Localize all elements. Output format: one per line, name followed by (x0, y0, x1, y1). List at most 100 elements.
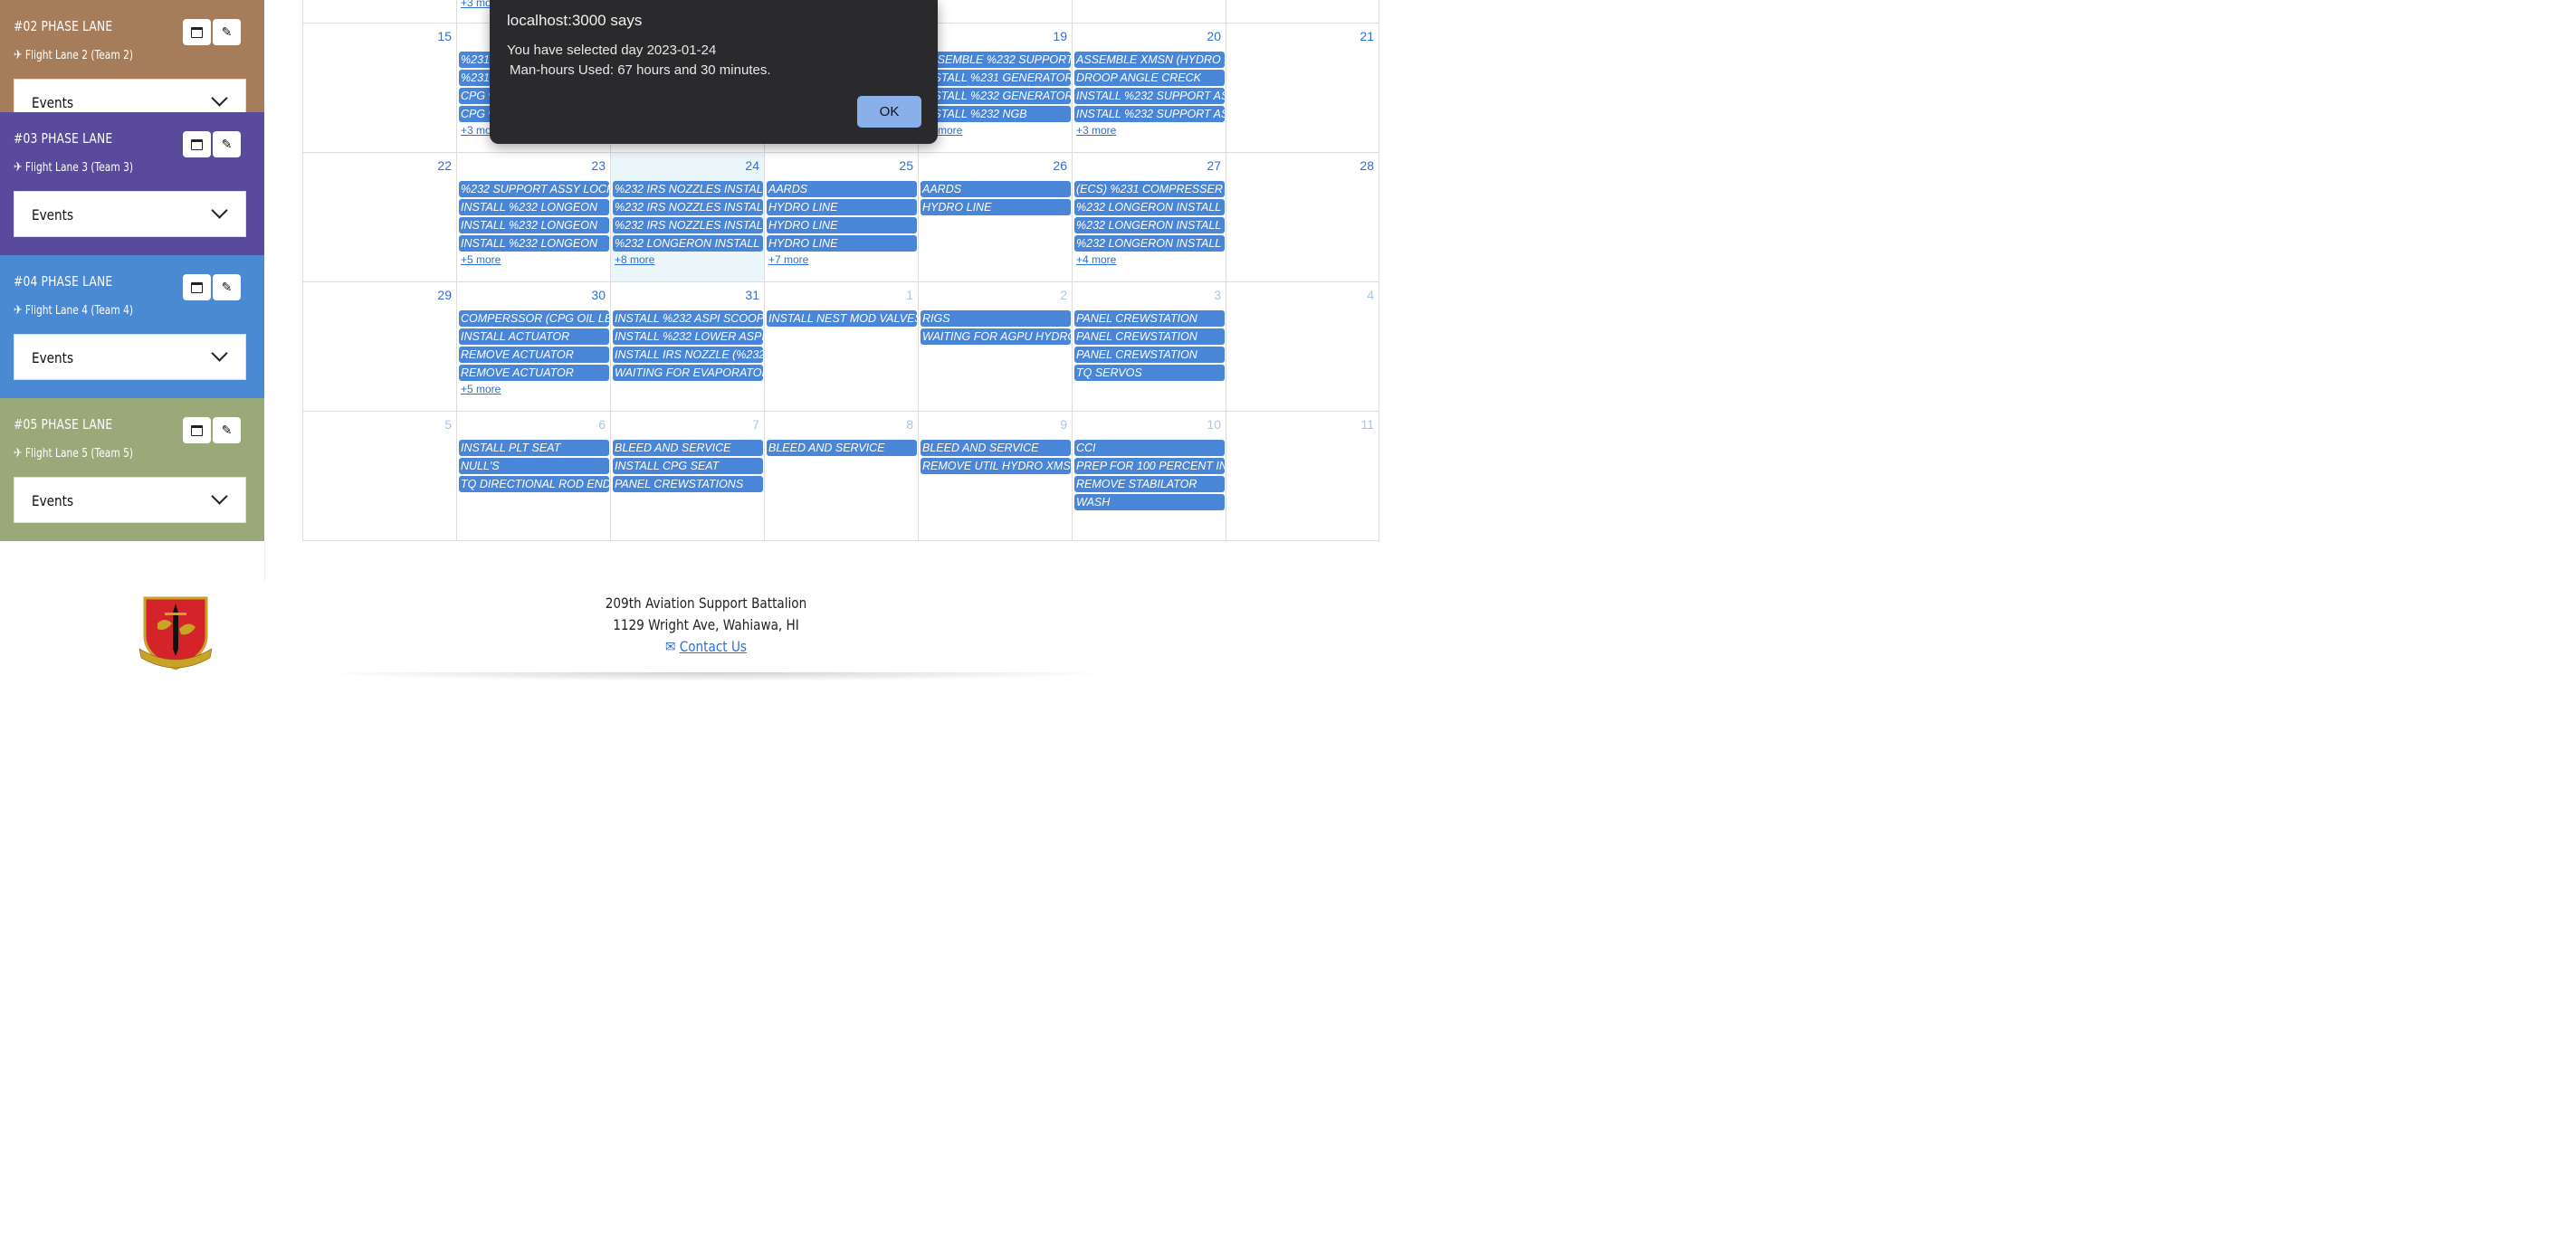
calendar-event[interactable]: WAITING FOR EVAPORATOR (613, 365, 763, 381)
calendar-event[interactable]: INSTALL NEST MOD VALVES (767, 310, 917, 327)
day-number[interactable]: 1 (906, 288, 913, 302)
day-number[interactable]: 7 (752, 417, 759, 432)
calendar-event[interactable]: INSTALL CPG SEAT (613, 458, 763, 474)
ok-button[interactable]: OK (857, 96, 921, 128)
calendar-event[interactable]: %232 LONGERON INSTALL (1074, 199, 1225, 215)
edit-lane-button[interactable]: ✎ (213, 417, 241, 443)
calendar-day[interactable]: 9 BLEED AND SERVICE REMOVE UTIL HYDRO XMSN (918, 412, 1072, 540)
calendar-day[interactable]: 2 RIGS WAITING FOR AGPU HYDRO (918, 282, 1072, 411)
calendar-event[interactable]: PREP FOR 100 PERCENT INS (1074, 458, 1225, 474)
calendar-view-button[interactable] (183, 131, 211, 157)
calendar-day[interactable]: 22 (302, 153, 456, 281)
edit-lane-button[interactable]: ✎ (213, 19, 241, 45)
edit-lane-button[interactable]: ✎ (213, 274, 241, 300)
calendar-day[interactable]: 8 BLEED AND SERVICE (764, 412, 918, 540)
calendar-event[interactable]: BLEED AND SERVICE (767, 440, 917, 456)
calendar-event[interactable]: REMOVE STABILATOR (1074, 476, 1225, 492)
calendar-day[interactable]: 5 (302, 412, 456, 540)
calendar-event[interactable]: %232 IRS NOZZLES INSTALL (613, 217, 763, 233)
calendar-day[interactable]: 26 AARDS HYDRO LINE (918, 153, 1072, 281)
calendar-event[interactable]: ASSEMBLE XMSN (HYDRO LI (1074, 52, 1225, 68)
day-number[interactable]: 2 (1060, 288, 1067, 302)
calendar-day[interactable]: 25 AARDS HYDRO LINE HYDRO LINE HYDRO LINE +7 … (764, 153, 918, 281)
calendar-event[interactable]: INSTALL %232 SUPPORT ASS (1074, 106, 1225, 122)
calendar-event[interactable]: INSTALL %232 LONGEON (459, 199, 609, 215)
calendar-day-selected[interactable]: 24 %232 IRS NOZZLES INSTALL %232 IRS NOZZL… (610, 153, 764, 281)
calendar-day[interactable]: 30 COMPERSSOR (CPG OIL LEA INSTALL ACTUATO… (456, 282, 610, 411)
calendar-event[interactable]: RIGS (921, 310, 1071, 327)
calendar-view-button[interactable] (183, 417, 211, 443)
calendar-day[interactable]: 21 (1226, 24, 1379, 152)
events-dropdown[interactable]: Events (14, 334, 246, 380)
day-number[interactable]: 24 (745, 158, 759, 173)
calendar-event[interactable]: ASSEMBLE %232 SUPPORT A (921, 52, 1071, 68)
calendar-day[interactable]: 23 %232 SUPPORT ASSY LOCKW INSTALL %232 LO… (456, 153, 610, 281)
calendar-event[interactable]: WAITING FOR AGPU HYDRO (921, 328, 1071, 345)
day-number[interactable]: 6 (598, 417, 606, 432)
calendar-event[interactable]: INSTALL %232 LOWER ASPI S (613, 328, 763, 345)
calendar-day[interactable]: 27 (ECS) %231 COMPRESSER R %232 LONGERON I… (1072, 153, 1226, 281)
calendar-event[interactable]: PANEL CREWSTATION (1074, 310, 1225, 327)
calendar-day[interactable]: 6 INSTALL PLT SEAT NULL'S TQ DIRECTIONAL RO… (456, 412, 610, 540)
calendar-event[interactable]: PANEL CREWSTATION (1074, 328, 1225, 345)
calendar-day[interactable] (302, 0, 456, 23)
calendar-event[interactable]: BLEED AND SERVICE (921, 440, 1071, 456)
calendar-day[interactable] (1226, 0, 1379, 23)
contact-us-link[interactable]: Contact Us (680, 638, 747, 655)
calendar-event[interactable]: TQ DIRECTIONAL ROD END (459, 476, 609, 492)
calendar-day[interactable]: 29 (302, 282, 456, 411)
calendar-event[interactable]: COMPERSSOR (CPG OIL LEA (459, 310, 609, 327)
day-number[interactable]: 4 (1367, 288, 1374, 302)
calendar-event[interactable]: INSTALL %232 SUPPORT ASS (1074, 88, 1225, 104)
calendar-event[interactable]: HYDRO LINE (767, 235, 917, 252)
calendar-day[interactable]: 3 PANEL CREWSTATION PANEL CREWSTATION PANEL… (1072, 282, 1226, 411)
more-events-link[interactable]: +3 more (1076, 124, 1116, 137)
footer-contact-link[interactable]: ✉ Contact Us (552, 638, 860, 655)
calendar-event[interactable]: INSTALL PLT SEAT (459, 440, 609, 456)
calendar-event[interactable]: INSTALL IRS NOZZLE (%232) (613, 347, 763, 363)
calendar-event[interactable]: NULL'S (459, 458, 609, 474)
calendar-event[interactable]: HYDRO LINE (921, 199, 1071, 215)
calendar-event[interactable]: AARDS (921, 181, 1071, 197)
calendar-event[interactable]: %232 LONGERON INSTALL (1074, 217, 1225, 233)
more-events-link[interactable]: +5 more (461, 253, 501, 266)
day-number[interactable]: 30 (591, 288, 606, 302)
calendar-day[interactable]: 20 ASSEMBLE XMSN (HYDRO LI DROOP ANGLE CRE… (1072, 24, 1226, 152)
calendar-event[interactable]: BLEED AND SERVICE (613, 440, 763, 456)
more-events-link[interactable]: +8 more (615, 253, 654, 266)
calendar-event[interactable]: HYDRO LINE (767, 217, 917, 233)
day-number[interactable]: 8 (906, 417, 913, 432)
day-number[interactable]: 25 (899, 158, 913, 173)
day-number[interactable]: 11 (1360, 417, 1374, 432)
calendar-event[interactable]: %232 SUPPORT ASSY LOCKW (459, 181, 609, 197)
day-number[interactable]: 31 (745, 288, 759, 302)
calendar-event[interactable]: INSTALL %232 GENERATOR (921, 88, 1071, 104)
calendar-event[interactable]: %232 IRS NOZZLES INSTALL (613, 199, 763, 215)
events-dropdown[interactable]: Events (14, 191, 246, 237)
day-number[interactable]: 28 (1360, 158, 1374, 173)
calendar-day[interactable]: 1 INSTALL NEST MOD VALVES (764, 282, 918, 411)
calendar-event[interactable]: INSTALL %231 GENERATOR (921, 70, 1071, 86)
calendar-day[interactable]: 11 (1226, 412, 1379, 540)
day-number[interactable]: 29 (437, 288, 452, 302)
calendar-view-button[interactable] (183, 274, 211, 300)
calendar-event[interactable]: %232 IRS NOZZLES INSTALL (613, 181, 763, 197)
calendar-day[interactable]: 15 (302, 24, 456, 152)
calendar-day[interactable]: 28 (1226, 153, 1379, 281)
calendar-day[interactable]: 19 ASSEMBLE %232 SUPPORT A INSTALL %231 GE… (918, 24, 1072, 152)
calendar-day[interactable]: 7 BLEED AND SERVICE INSTALL CPG SEAT PANEL … (610, 412, 764, 540)
day-number[interactable]: 27 (1207, 158, 1221, 173)
events-dropdown[interactable]: Events (14, 477, 246, 523)
calendar-event[interactable]: PANEL CREWSTATION (1074, 347, 1225, 363)
day-number[interactable]: 9 (1060, 417, 1067, 432)
calendar-day[interactable] (918, 0, 1072, 23)
day-number[interactable]: 22 (437, 158, 452, 173)
calendar-event[interactable]: CCI (1074, 440, 1225, 456)
calendar-event[interactable]: INSTALL %232 NGB (921, 106, 1071, 122)
calendar-event[interactable]: INSTALL ACTUATOR (459, 328, 609, 345)
calendar-day[interactable]: 31 INSTALL %232 ASPI SCOOP INSTALL %232 LO… (610, 282, 764, 411)
calendar-day[interactable] (1072, 0, 1226, 23)
more-events-link[interactable]: +7 more (768, 253, 808, 266)
day-number[interactable]: 19 (1053, 29, 1067, 43)
calendar-event[interactable]: WASH (1074, 494, 1225, 510)
